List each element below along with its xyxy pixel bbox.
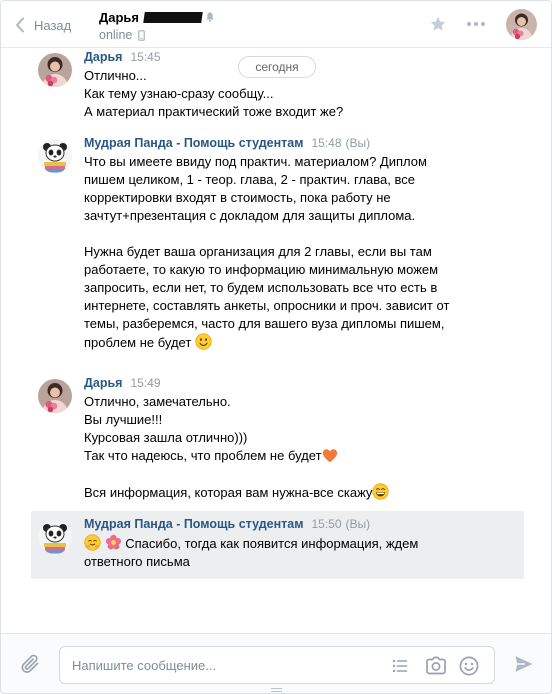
send-arrow-icon	[515, 656, 533, 672]
message-text: интернете, составлять анкеты, опросники …	[84, 298, 450, 313]
author-avatar[interactable]	[38, 520, 72, 554]
message-author[interactable]: Мудрая Панда - Помощь студентам	[84, 517, 303, 531]
message-text: зачтут+презентация с докладом для защиты…	[84, 208, 416, 223]
grin-emoji-icon	[372, 483, 390, 500]
hug-emoji-icon	[84, 534, 101, 551]
smile-icon	[459, 656, 479, 676]
contact-name[interactable]: Дарья	[99, 10, 139, 25]
message-history[interactable]: Дарья 15:45 Отлично... Как тему узнаю-ср…	[1, 48, 551, 632]
message-text: Как тему узнаю-сразу сообщу...	[84, 86, 274, 101]
chevron-left-icon	[16, 17, 24, 33]
message-author[interactable]: Мудрая Панда - Помощь студентам	[84, 136, 303, 150]
resize-handle[interactable]	[271, 688, 282, 692]
message-time[interactable]: 15:48	[311, 136, 341, 150]
message-time[interactable]: 15:49	[130, 376, 160, 390]
message-time[interactable]: 15:50	[311, 517, 341, 531]
flower-emoji-icon	[105, 534, 121, 550]
own-message-mark: (Вы)	[345, 136, 371, 150]
star-icon	[430, 16, 446, 31]
camera-icon	[426, 656, 446, 675]
more-dots-icon	[467, 22, 471, 26]
chat-window: Назад Дарья online Дарья 15:45 Отлично..…	[0, 0, 552, 694]
message-text: Курсовая зашла отлично)))	[84, 430, 248, 445]
chat-header: Назад Дарья online	[1, 1, 551, 48]
message-text: темы, разберемся, часто для вашего вуза …	[84, 316, 445, 331]
message-text: Вы лучшие!!!	[84, 412, 163, 427]
author-avatar[interactable]	[38, 379, 72, 413]
author-avatar[interactable]	[38, 139, 72, 173]
message-text: Вся информация, которая вам нужна-все ск…	[84, 485, 373, 500]
smile-emoji-icon	[195, 333, 212, 350]
heart-emoji-icon	[322, 449, 337, 463]
message-text: Нужна будет ваша организация для 2 главы…	[84, 244, 432, 259]
message-text: ответного письма	[84, 554, 190, 569]
message-item[interactable]: Дарья 15:49 Отлично, замечательно. Вы лу…	[31, 376, 524, 502]
back-label: Назад	[34, 17, 72, 33]
attach-button[interactable]	[19, 653, 41, 678]
message-item[interactable]: Мудрая Панда - Помощь студентам 15:48 (В…	[31, 136, 524, 352]
contact-avatar[interactable]	[506, 9, 537, 40]
message-text: Так что надеюсь, что проблем не будет	[84, 448, 322, 463]
message-text: А материал практический тоже входит же?	[84, 104, 344, 119]
message-input[interactable]	[60, 647, 360, 683]
message-text: корректировки входят в стоимость, пока р…	[84, 190, 391, 205]
message-text: Что вы имеете ввиду под практич. материа…	[84, 154, 427, 169]
message-input-box[interactable]	[59, 646, 495, 684]
message-text: пишем целиком, 1 - теор. глава, 2 - прак…	[84, 172, 415, 187]
message-text: Спасибо, тогда как появится информация, …	[125, 536, 419, 551]
redacted-surname	[143, 11, 203, 23]
date-separator[interactable]: сегодня	[238, 56, 316, 78]
message-author[interactable]: Дарья	[84, 376, 122, 390]
message-text: запросить, если нет, то будем использова…	[84, 280, 438, 295]
message-author[interactable]: Дарья	[84, 50, 122, 64]
contact-info[interactable]: Дарья online	[99, 9, 214, 42]
author-avatar[interactable]	[38, 53, 72, 87]
camera-button[interactable]	[425, 656, 447, 679]
message-time[interactable]: 15:45	[130, 50, 160, 64]
message-item[interactable]: Мудрая Панда - Помощь студентам 15:50 (В…	[31, 511, 524, 579]
message-text: работаете, то какую то информацию минима…	[84, 262, 439, 277]
online-status: online	[99, 28, 133, 42]
message-composer	[1, 633, 551, 693]
message-text: Отлично, замечательно.	[84, 394, 231, 409]
templates-button[interactable]	[390, 656, 410, 679]
paperclip-icon	[21, 654, 39, 673]
own-message-mark: (Вы)	[345, 517, 371, 531]
favorite-button[interactable]	[429, 15, 447, 36]
mute-icon	[206, 12, 214, 22]
message-text: проблем не будет	[84, 335, 192, 350]
mobile-icon	[138, 29, 146, 41]
list-icon	[392, 659, 408, 673]
back-button[interactable]: Назад	[15, 14, 71, 36]
send-button[interactable]	[514, 654, 534, 677]
emoji-button[interactable]	[459, 656, 479, 679]
more-button[interactable]	[467, 22, 485, 26]
